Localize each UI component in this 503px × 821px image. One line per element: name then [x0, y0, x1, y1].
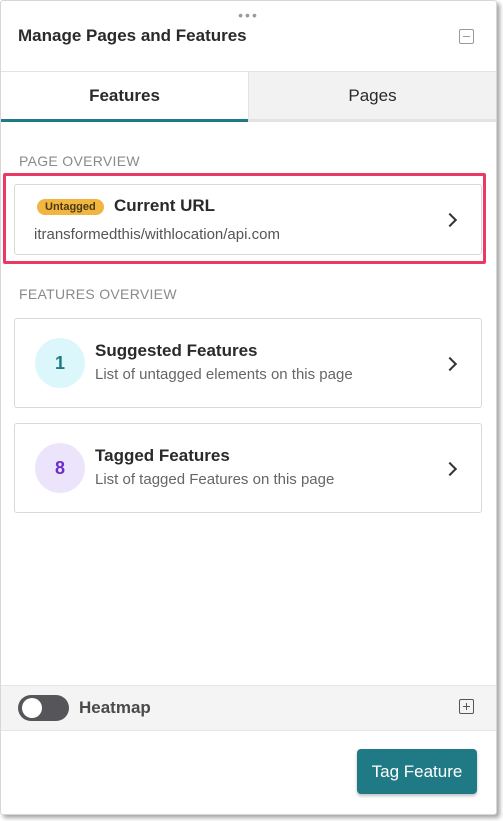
heatmap-bar: Heatmap: [1, 685, 496, 731]
toggle-knob: [22, 698, 42, 718]
tab-bar: Features Pages: [1, 72, 496, 122]
tab-pages[interactable]: Pages: [248, 72, 496, 122]
suggested-features-card[interactable]: 1 Suggested Features List of untagged el…: [14, 318, 482, 408]
panel-header: ••• Manage Pages and Features: [1, 1, 496, 72]
drag-handle-icon[interactable]: •••: [1, 8, 496, 22]
expand-icon[interactable]: [459, 699, 474, 714]
tagged-features-card[interactable]: 8 Tagged Features List of tagged Feature…: [14, 423, 482, 513]
manage-pages-panel: ••• Manage Pages and Features Features P…: [0, 0, 497, 815]
heatmap-toggle[interactable]: [18, 695, 69, 721]
features-overview-heading: FEATURES OVERVIEW: [19, 286, 177, 302]
page-overview-heading: PAGE OVERVIEW: [19, 153, 140, 169]
suggested-count-badge: 1: [35, 338, 85, 388]
tag-feature-button[interactable]: Tag Feature: [357, 749, 477, 794]
minimize-icon[interactable]: [459, 29, 474, 44]
chevron-right-icon: [442, 461, 458, 477]
tab-features[interactable]: Features: [1, 72, 248, 122]
suggested-features-description: List of untagged elements on this page: [95, 366, 353, 383]
tagged-features-description: List of tagged Features on this page: [95, 471, 335, 488]
suggested-features-title: Suggested Features: [95, 341, 258, 360]
panel-title: Manage Pages and Features: [18, 26, 247, 45]
tagged-count-badge: 8: [35, 443, 85, 493]
tagged-features-title: Tagged Features: [95, 446, 230, 465]
selection-highlight: [3, 173, 486, 264]
chevron-right-icon: [442, 356, 458, 372]
heatmap-label: Heatmap: [79, 698, 151, 717]
